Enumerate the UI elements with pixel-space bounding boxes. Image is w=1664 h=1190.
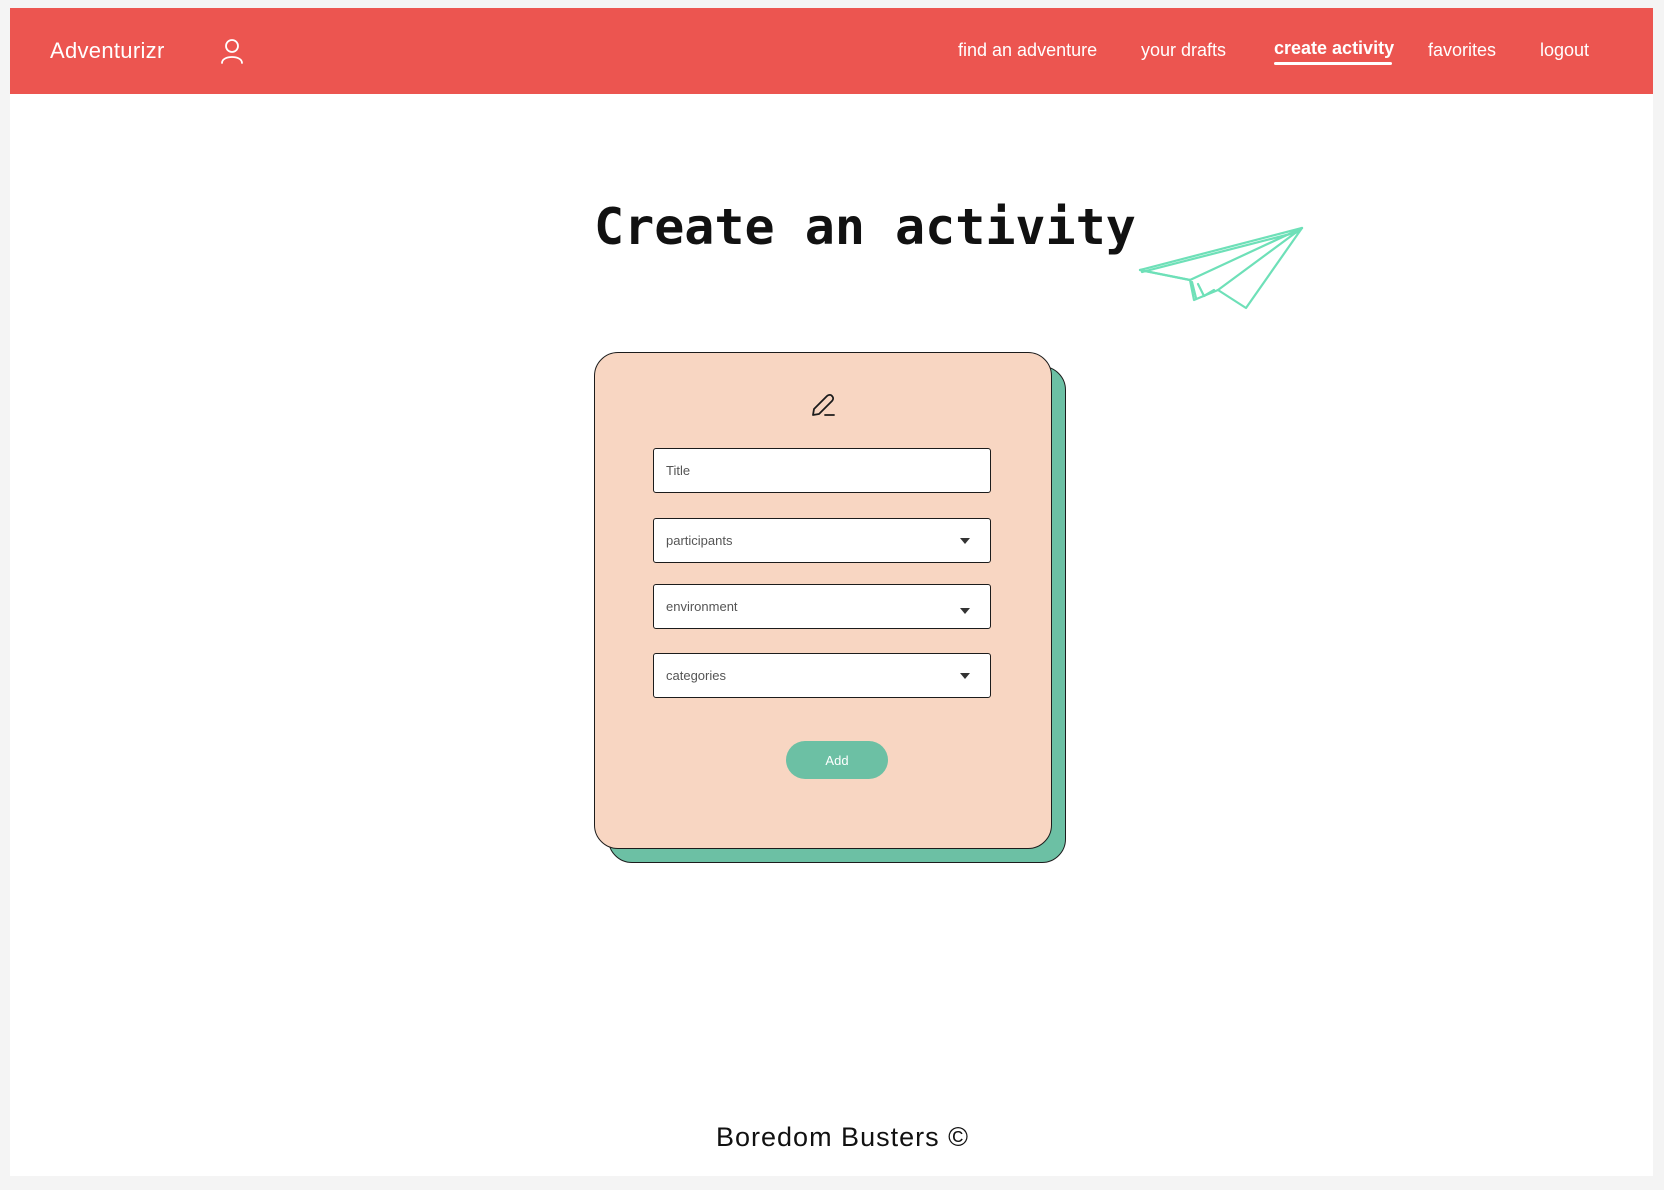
chevron-down-icon[interactable] [960,538,970,544]
add-button[interactable]: Add [786,741,888,779]
participants-select[interactable]: participants [653,518,991,563]
title-field[interactable] [653,448,991,493]
active-nav-underline [1274,62,1392,65]
nav-favorites[interactable]: favorites [1428,40,1496,61]
pen-icon [812,393,835,416]
nav-your-drafts[interactable]: your drafts [1141,40,1226,61]
environment-select[interactable]: environment [653,584,991,629]
nav-find-adventure[interactable]: find an adventure [958,40,1097,61]
create-activity-form-card: participants environment categories Add [594,352,1052,849]
chevron-down-icon[interactable] [960,673,970,679]
brand-logo[interactable]: Adventurizr [50,38,165,64]
nav-logout[interactable]: logout [1540,40,1589,61]
footer-text: Boredom Busters © [716,1122,969,1152]
participants-placeholder: participants [666,533,733,548]
page-frame: Adventurizr find an adventure your draft… [10,8,1653,1176]
navbar: Adventurizr find an adventure your draft… [10,8,1653,94]
user-icon[interactable] [220,38,244,64]
categories-select[interactable]: categories [653,653,991,698]
nav-create-activity[interactable]: create activity [1274,38,1394,59]
chevron-down-icon[interactable] [960,608,970,614]
environment-placeholder: environment [666,599,738,614]
title-input[interactable] [666,449,990,492]
categories-placeholder: categories [666,668,726,683]
paper-plane-icon [1138,226,1304,310]
